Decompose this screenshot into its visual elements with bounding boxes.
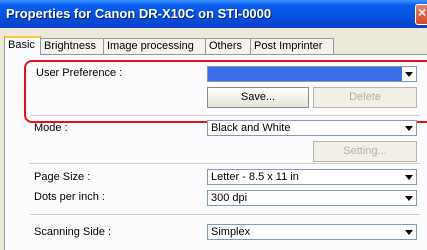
- mode-label: Mode :: [34, 122, 68, 134]
- properties-dialog: Properties for Canon DR-X10C on STI-0000…: [0, 0, 427, 250]
- scanning-side-label: Scanning Side :: [34, 226, 112, 238]
- divider: [30, 115, 420, 117]
- close-icon: ×: [418, 4, 427, 20]
- tab-basic[interactable]: Basic: [4, 36, 41, 55]
- tab-image-processing[interactable]: Image processing: [103, 38, 206, 54]
- tab-post-imprinter[interactable]: Post Imprinter: [250, 38, 334, 54]
- window-title: Properties for Canon DR-X10C on STI-0000: [6, 6, 272, 21]
- chevron-down-icon[interactable]: [402, 170, 416, 184]
- tab-others[interactable]: Others: [205, 38, 251, 54]
- scanning-side-value: Simplex: [211, 226, 251, 238]
- mode-dropdown[interactable]: Black and White: [207, 120, 417, 136]
- close-button[interactable]: ×: [415, 4, 427, 25]
- divider: [30, 163, 420, 165]
- chevron-down-icon[interactable]: [402, 225, 416, 239]
- scanning-side-dropdown[interactable]: Simplex: [207, 224, 417, 240]
- page-size-label: Page Size :: [34, 171, 91, 183]
- chevron-down-icon[interactable]: [402, 121, 416, 135]
- chevron-down-icon[interactable]: [402, 191, 416, 205]
- tab-brightness[interactable]: Brightness: [40, 38, 104, 54]
- page-size-dropdown[interactable]: Letter - 8.5 x 11 in: [207, 169, 417, 185]
- dpi-value: 300 dpi: [211, 192, 248, 204]
- dpi-label: Dots per inch :: [34, 191, 105, 203]
- divider: [30, 214, 420, 216]
- setting-button[interactable]: Setting...: [313, 141, 417, 162]
- page-size-value: Letter - 8.5 x 11 in: [211, 171, 299, 183]
- dpi-dropdown[interactable]: 300 dpi: [207, 190, 417, 206]
- mode-value: Black and White: [211, 122, 291, 134]
- highlight-outline: [24, 60, 427, 123]
- title-bar[interactable]: Properties for Canon DR-X10C on STI-0000…: [0, 0, 427, 28]
